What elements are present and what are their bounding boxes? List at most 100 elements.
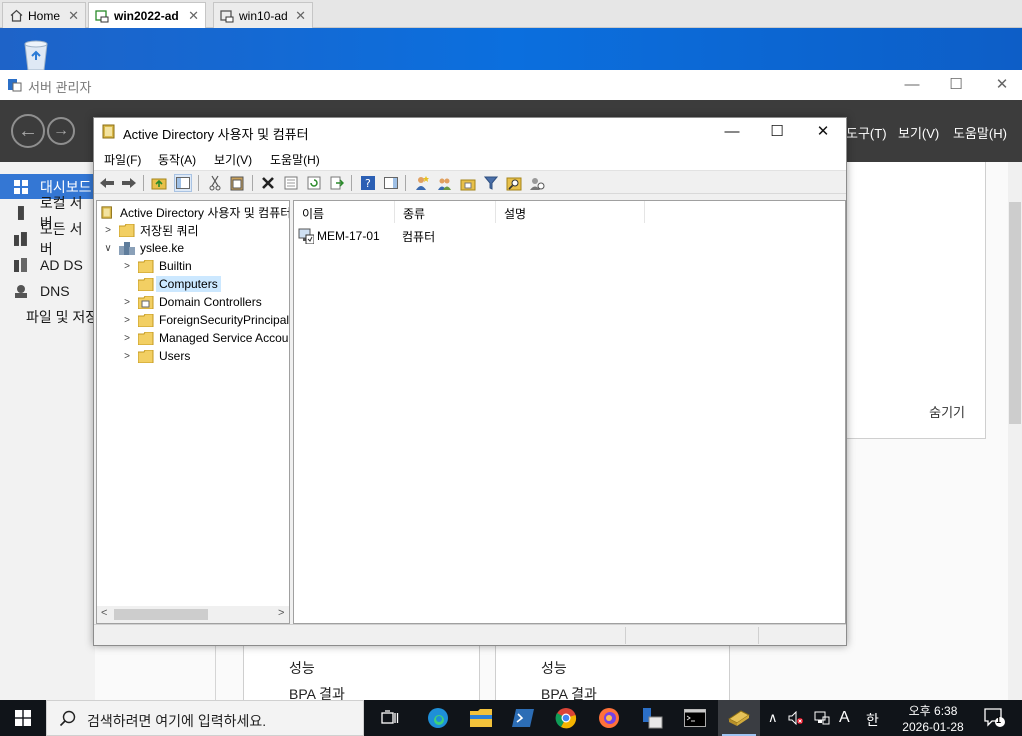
add-to-group-icon[interactable] [528, 174, 546, 192]
back-icon[interactable]: ← [11, 114, 45, 148]
aduc-menubar: 파일(F) 동작(A) 보기(V) 도움말(H) [94, 146, 846, 170]
chevron-right-icon[interactable]: > [122, 261, 132, 272]
forward-icon[interactable] [120, 174, 138, 192]
tree-node-label: ForeignSecurityPrincipals [159, 313, 289, 327]
recycle-bin-icon[interactable] [17, 36, 55, 71]
column-header-name[interactable]: 이름 [294, 201, 395, 223]
chevron-right-icon[interactable]: > [122, 351, 132, 362]
scroll-right-icon[interactable]: > [278, 607, 284, 619]
folder-icon [138, 313, 154, 327]
refresh-icon[interactable] [305, 174, 323, 192]
tree-node-computers[interactable]: Computers [122, 275, 221, 293]
export-list-icon[interactable] [328, 174, 346, 192]
close-icon[interactable]: ✕ [68, 8, 79, 24]
forward-icon[interactable]: → [47, 117, 75, 145]
speaker-muted-icon[interactable] [786, 706, 806, 730]
tree-node-saved-queries[interactable]: > 저장된 쿼리 [103, 221, 199, 239]
tree-node-managed-service-accounts[interactable]: > Managed Service Accounts [122, 329, 289, 347]
new-user-icon[interactable] [413, 174, 431, 192]
chevron-right-icon[interactable]: > [103, 225, 113, 236]
sidebar-item-file-storage[interactable]: 파일 및 저장소 서비스 [0, 304, 95, 329]
server-manager-sidebar: 대시보드 로컬 서버 모든 서버 AD DS DNS 파일 및 저장소 서비스 [0, 162, 95, 700]
show-hidden-icons-icon[interactable]: ∧ [768, 710, 778, 726]
chevron-down-icon[interactable]: ∨ [103, 243, 113, 254]
tree-node-domain[interactable]: ∨ yslee.ke [103, 239, 184, 257]
maximize-button[interactable]: ☐ [762, 122, 792, 142]
menu-action[interactable]: 동작(A) [158, 151, 196, 168]
tree-node-builtin[interactable]: > Builtin [122, 257, 192, 275]
aduc-taskbar-icon[interactable] [726, 706, 752, 730]
chrome-icon[interactable] [553, 706, 579, 730]
menu-file[interactable]: 파일(F) [104, 151, 141, 168]
back-icon[interactable] [98, 174, 116, 192]
new-ou-icon[interactable] [459, 174, 477, 192]
paste-icon[interactable] [228, 174, 246, 192]
chevron-right-icon[interactable]: > [122, 315, 132, 326]
menu-tools[interactable]: 도구(T) [846, 123, 887, 142]
vm-tab-win10-ad[interactable]: win10-ad ✕ [213, 2, 313, 28]
menu-help[interactable]: 도움말(H) [270, 151, 320, 168]
show-console-tree-icon[interactable] [174, 174, 192, 192]
vm-tab-win2022-ad[interactable]: win2022-ad ✕ [88, 2, 206, 28]
network-icon[interactable] [812, 706, 832, 730]
vm-icon [220, 9, 234, 23]
firefox-icon[interactable] [596, 706, 622, 730]
tree-node-foreign-security-principals[interactable]: > ForeignSecurityPrincipals [122, 311, 289, 329]
help-icon[interactable]: ? [359, 174, 377, 192]
vertical-scrollbar[interactable] [1008, 162, 1022, 700]
ime-mode-indicator[interactable]: A [839, 709, 850, 727]
scrollbar-thumb[interactable] [114, 609, 208, 620]
delete-icon[interactable] [259, 174, 277, 192]
cut-icon[interactable] [206, 174, 224, 192]
taskbar-search-box[interactable]: 검색하려면 여기에 입력하세요. [46, 700, 364, 736]
tree-node-users[interactable]: > Users [122, 347, 190, 365]
clock-time: 오후 6:38 [908, 704, 958, 718]
close-button[interactable]: ✕ [987, 74, 1017, 96]
folder-icon [138, 277, 154, 291]
menu-help[interactable]: 도움말(H) [953, 123, 1007, 142]
sidebar-item-all-servers[interactable]: 모든 서버 [0, 221, 95, 257]
command-prompt-icon[interactable] [682, 706, 708, 730]
new-group-icon[interactable] [436, 174, 454, 192]
close-icon[interactable]: ✕ [295, 8, 306, 24]
close-button[interactable]: ✕ [808, 122, 838, 142]
scrollbar-thumb[interactable] [1009, 202, 1021, 424]
minimize-button[interactable]: — [897, 74, 927, 96]
list-item[interactable]: MEM-17-01 컴퓨터 [298, 227, 502, 245]
properties-icon[interactable] [282, 174, 300, 192]
chevron-right-icon[interactable]: > [122, 297, 132, 308]
home-icon [9, 9, 23, 23]
minimize-button[interactable]: — [717, 122, 747, 142]
notification-center-icon[interactable]: 1 [982, 706, 1008, 730]
ime-language-indicator[interactable]: 한 [866, 710, 879, 730]
show-action-pane-icon[interactable] [382, 174, 400, 192]
maximize-button[interactable]: ☐ [941, 74, 971, 96]
column-header-description[interactable]: 설명 [496, 201, 645, 223]
tile-performance[interactable]: 성능 [541, 658, 567, 678]
clock[interactable]: 오후 6:38 2026-01-28 [893, 703, 973, 735]
filter-icon[interactable] [482, 174, 500, 192]
start-button[interactable] [0, 700, 46, 736]
menu-view[interactable]: 보기(V) [898, 123, 939, 142]
tile-performance[interactable]: 성능 [289, 658, 315, 678]
hide-link[interactable]: 숨기기 [929, 402, 965, 421]
tree-node-domain-controllers[interactable]: > Domain Controllers [122, 293, 262, 311]
edge-icon[interactable] [425, 706, 451, 730]
scroll-left-icon[interactable]: < [101, 607, 107, 619]
close-icon[interactable]: ✕ [188, 8, 199, 24]
sidebar-item-dns[interactable]: DNS [0, 278, 95, 303]
column-header-type[interactable]: 종류 [395, 201, 496, 223]
dashboard-icon [14, 179, 28, 194]
find-icon[interactable] [505, 174, 523, 192]
sidebar-item-ad-ds[interactable]: AD DS [0, 252, 95, 277]
horizontal-scrollbar[interactable]: < > [97, 606, 289, 623]
up-folder-icon[interactable] [150, 174, 168, 192]
tree-root[interactable]: Active Directory 사용자 및 컴퓨터 [101, 203, 289, 221]
menu-view[interactable]: 보기(V) [214, 151, 252, 168]
task-view-icon[interactable] [377, 706, 403, 730]
vm-tab-home[interactable]: Home ✕ [2, 2, 86, 28]
powershell-icon[interactable] [510, 706, 536, 730]
server-manager-taskbar-icon[interactable] [639, 706, 665, 730]
chevron-right-icon[interactable]: > [122, 333, 132, 344]
file-explorer-icon[interactable] [468, 706, 494, 730]
